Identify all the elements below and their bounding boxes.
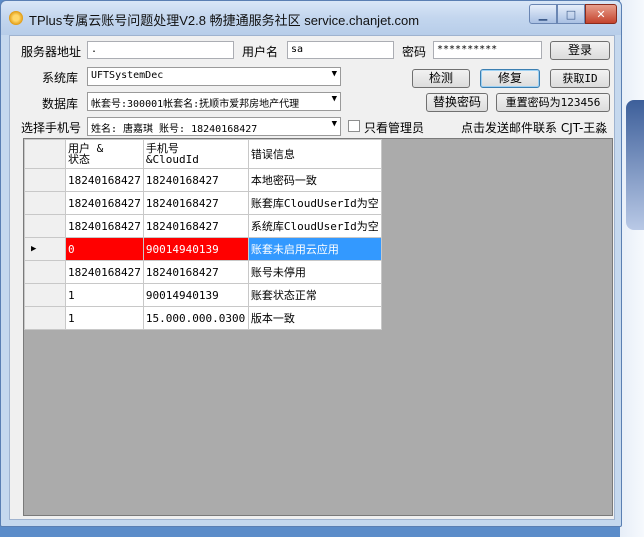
grid-corner [24, 139, 66, 169]
app-window: TPlus专属云账号问题处理V2.8 畅捷通服务社区 service.chanj… [0, 0, 622, 527]
server-input[interactable]: . [87, 41, 234, 59]
column-header-error[interactable]: 错误信息 [247, 139, 382, 169]
cell-user-status[interactable]: 1 [65, 306, 144, 330]
title-bar[interactable]: TPlus专属云账号问题处理V2.8 畅捷通服务社区 service.chanj… [1, 1, 621, 35]
column-header-user-status[interactable]: 用户 & 状态 [65, 139, 144, 169]
app-icon [9, 11, 23, 25]
cell-phone[interactable]: 90014940139 [142, 283, 249, 307]
phone-label: 选择手机号 [21, 121, 82, 135]
cell-phone[interactable]: 90014940139 [142, 237, 249, 261]
cell-error[interactable]: 账套状态正常 [247, 283, 382, 307]
row-header[interactable] [24, 306, 66, 330]
replace-password-button[interactable]: 替换密码 [426, 93, 488, 112]
db-select[interactable]: 帐套号:300001帐套名:抚顺市爱邦房地产代理 ▼ [87, 92, 341, 111]
contact-email-link[interactable]: 点击发送邮件联系 CJT-王淼 [461, 119, 607, 136]
login-button[interactable]: 登录 [550, 41, 610, 60]
minimize-icon: ▁ [538, 7, 548, 21]
table-row-selected[interactable]: ▶ 0 90014940139 账套未启用云应用 [24, 237, 382, 261]
column-header-line: 错误信息 [250, 148, 295, 161]
client-area: 服务器地址 . 用户名 sa 密码 ********** 登录 系统库 UFTS… [9, 35, 615, 520]
cell-phone[interactable]: 18240168427 [142, 191, 249, 215]
cell-error[interactable]: 系统库CloudUserId为空 [247, 214, 382, 238]
password-input[interactable]: ********** [433, 41, 542, 59]
table-row[interactable]: 1 15.000.000.0300 版本一致 [24, 306, 382, 330]
row-header[interactable] [24, 283, 66, 307]
desktop-background [620, 0, 644, 537]
cell-user-status[interactable]: 0 [65, 237, 144, 261]
sysdb-value: UFTSystemDec [91, 70, 164, 81]
user-input[interactable]: sa [287, 41, 394, 59]
row-header[interactable] [24, 260, 66, 284]
close-button[interactable]: ✕ [585, 4, 617, 24]
password-label: 密码 [402, 45, 427, 59]
cell-error[interactable]: 账套未启用云应用 [247, 237, 382, 261]
row-header[interactable] [24, 214, 66, 238]
server-label: 服务器地址 [21, 45, 82, 59]
desktop-wallpaper-figure [626, 100, 644, 230]
repair-button[interactable]: 修复 [480, 69, 540, 88]
cell-user-status[interactable]: 18240168427 [65, 168, 144, 192]
sysdb-label: 系统库 [42, 71, 79, 85]
close-icon: ✕ [596, 7, 606, 21]
phone-value: 姓名: 唐嘉琪 账号: 18240168427 [91, 124, 258, 135]
reset-password-button[interactable]: 重置密码为123456 [496, 93, 610, 112]
phone-select[interactable]: 姓名: 唐嘉琪 账号: 18240168427 ▼ [87, 117, 341, 136]
chevron-down-icon: ▼ [331, 69, 337, 79]
result-grid[interactable]: 用户 & 状态 手机号 &CloudId 错误信息 18240168427 18… [23, 138, 613, 516]
table-row[interactable]: 1 90014940139 账套状态正常 [24, 283, 382, 307]
chevron-down-icon: ▼ [331, 119, 337, 129]
table-row[interactable]: 18240168427 18240168427 系统库CloudUserId为空 [24, 214, 382, 238]
only-admin-checkbox[interactable] [348, 120, 360, 132]
sysdb-select[interactable]: UFTSystemDec ▼ [87, 67, 341, 86]
column-header-line: &CloudId [145, 153, 199, 166]
user-label: 用户名 [242, 45, 279, 59]
cell-phone[interactable]: 18240168427 [142, 168, 249, 192]
detect-button[interactable]: 检测 [412, 69, 470, 88]
minimize-button[interactable]: ▁ [529, 4, 557, 24]
db-label: 数据库 [42, 97, 79, 111]
current-row-icon: ▶ [31, 244, 37, 254]
db-value: 帐套号:300001帐套名:抚顺市爱邦房地产代理 [91, 99, 300, 110]
window-title: TPlus专属云账号问题处理V2.8 畅捷通服务社区 service.chanj… [29, 13, 420, 28]
row-header[interactable] [24, 191, 66, 215]
get-id-button[interactable]: 获取ID [550, 69, 610, 88]
table-row[interactable]: 18240168427 18240168427 账套库CloudUserId为空 [24, 191, 382, 215]
table-row[interactable]: 18240168427 18240168427 账号未停用 [24, 260, 382, 284]
chevron-down-icon: ▼ [331, 94, 337, 104]
row-header[interactable]: ▶ [24, 237, 66, 261]
column-header-phone-cloudid[interactable]: 手机号 &CloudId [142, 139, 249, 169]
cell-error[interactable]: 版本一致 [247, 306, 382, 330]
row-header[interactable] [24, 168, 66, 192]
cell-phone[interactable]: 15.000.000.0300 [142, 306, 249, 330]
only-admin-label[interactable]: 只看管理员 [364, 119, 424, 136]
cell-user-status[interactable]: 18240168427 [65, 191, 144, 215]
cell-phone[interactable]: 18240168427 [142, 214, 249, 238]
cell-user-status[interactable]: 18240168427 [65, 214, 144, 238]
cell-user-status[interactable]: 1 [65, 283, 144, 307]
cell-phone[interactable]: 18240168427 [142, 260, 249, 284]
cell-error[interactable]: 账套库CloudUserId为空 [247, 191, 382, 215]
cell-error[interactable]: 账号未停用 [247, 260, 382, 284]
table-row[interactable]: 18240168427 18240168427 本地密码一致 [24, 168, 382, 192]
maximize-icon: □ [565, 7, 577, 21]
maximize-button[interactable]: □ [557, 4, 585, 24]
grid-header-row: 用户 & 状态 手机号 &CloudId 错误信息 [24, 139, 382, 169]
cell-user-status[interactable]: 18240168427 [65, 260, 144, 284]
column-header-line: 状态 [68, 153, 90, 166]
cell-error[interactable]: 本地密码一致 [247, 168, 382, 192]
